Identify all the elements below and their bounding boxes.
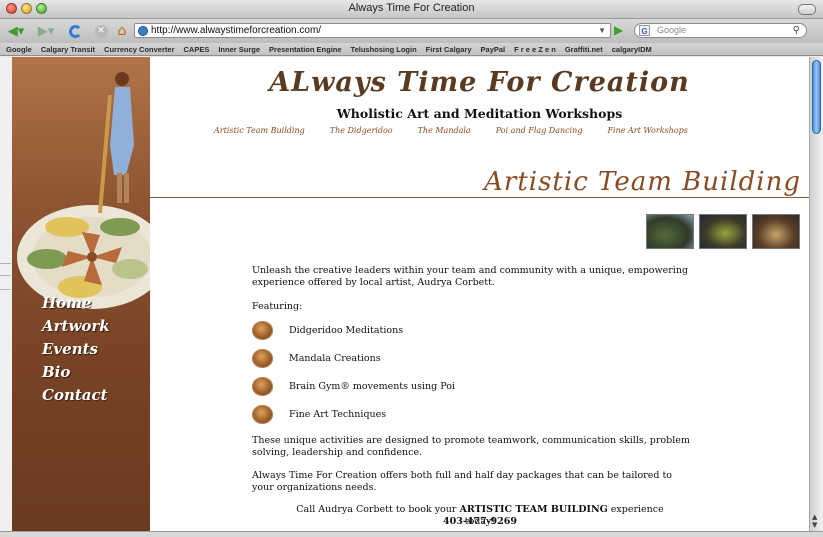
- packages-paragraph: Always Time For Creation offers both ful…: [252, 470, 672, 493]
- scrollbar-thumb[interactable]: [812, 60, 821, 134]
- home-icon: ⌂: [117, 23, 127, 39]
- vertical-scrollbar[interactable]: ▲ ▼: [809, 57, 823, 531]
- bookmark-item[interactable]: Inner Surge: [218, 45, 260, 54]
- go-arrow-icon: ▶: [614, 23, 624, 37]
- bookmark-item[interactable]: Graffiti.net: [565, 45, 603, 54]
- search-icon[interactable]: ⚲: [793, 24, 800, 37]
- toolbar-toggle-button[interactable]: [798, 4, 816, 15]
- feature-item: Brain Gym® movements using Poi: [252, 377, 455, 396]
- window-titlebar: Always Time For Creation: [0, 0, 823, 19]
- feature-label: Mandala Creations: [289, 352, 381, 364]
- sidebar-item-events[interactable]: Events: [42, 339, 110, 360]
- mandala-bullet-icon: [252, 377, 273, 396]
- search-placeholder: Google: [657, 25, 687, 35]
- bookmark-item[interactable]: calgaryIDM: [612, 45, 652, 54]
- intro-paragraph: Unleash the creative leaders within your…: [252, 265, 689, 288]
- web-page: Home Artwork Events Bio Contact ALways T…: [0, 57, 809, 531]
- stop-button[interactable]: ✕: [93, 23, 109, 39]
- feature-item: Mandala Creations: [252, 349, 381, 368]
- bookmark-item[interactable]: Telushosing Login: [351, 45, 417, 54]
- phone-number: 403-477-9269: [443, 516, 517, 527]
- sidebar-item-bio[interactable]: Bio: [42, 362, 110, 383]
- didgeridoo-player-image: [98, 72, 134, 214]
- title-divider: [150, 197, 809, 198]
- search-engine-icon[interactable]: G: [639, 25, 650, 36]
- nav-link-poi-flag-dancing[interactable]: Poi and Flag Dancing: [496, 126, 583, 135]
- bookmarks-bar: Google Calgary Transit Currency Converte…: [0, 43, 823, 56]
- navigation-toolbar: ◀▾ ▶▾ ✕ ⌂ http://www.alwaystimeforcreati…: [0, 19, 823, 55]
- site-logo[interactable]: ALways Time For Creation: [150, 67, 809, 98]
- main-content: ALways Time For Creation Wholistic Art a…: [150, 57, 809, 531]
- mandala-bullet-icon: [252, 321, 273, 340]
- bookmark-item[interactable]: First Calgary: [426, 45, 472, 54]
- photo-thumbnails: [646, 214, 800, 249]
- bookmark-item[interactable]: Currency Converter: [104, 45, 174, 54]
- page-title: Artistic Team Building: [484, 167, 801, 197]
- forward-arrow-icon: ▶▾: [37, 23, 55, 39]
- bookmark-item[interactable]: Calgary Transit: [41, 45, 95, 54]
- cta-highlight: ARTISTIC TEAM BUILDING: [459, 504, 608, 515]
- reload-button[interactable]: [66, 23, 84, 39]
- thumbnail-photo[interactable]: [646, 214, 694, 249]
- site-favicon-icon: [138, 26, 148, 36]
- status-bar: [0, 531, 823, 537]
- featuring-label: Featuring:: [252, 301, 303, 312]
- mandala-bullet-icon: [252, 349, 273, 368]
- address-bar[interactable]: http://www.alwaystimeforcreation.com/ ▼: [134, 23, 611, 38]
- address-bar-url: http://www.alwaystimeforcreation.com/: [151, 25, 322, 36]
- sidebar-item-home[interactable]: Home: [42, 293, 110, 314]
- top-nav: Artistic Team Building The Didgeridoo Th…: [214, 126, 688, 135]
- back-button[interactable]: ◀▾: [4, 23, 28, 39]
- mandala-bullet-icon: [252, 405, 273, 424]
- feature-label: Fine Art Techniques: [289, 408, 387, 420]
- sidebar-item-contact[interactable]: Contact: [42, 385, 110, 406]
- window-title: Always Time For Creation: [348, 2, 475, 14]
- site-tagline: Wholistic Art and Meditation Workshops: [336, 106, 623, 121]
- feature-label: Didgeridoo Meditations: [289, 324, 404, 336]
- search-input[interactable]: G Google ⚲: [634, 23, 807, 38]
- home-button[interactable]: ⌂: [113, 23, 131, 39]
- history-dropdown-icon[interactable]: ▼: [598, 24, 606, 37]
- nav-link-artistic-team-building[interactable]: Artistic Team Building: [214, 126, 305, 135]
- sidebar-item-artwork[interactable]: Artwork: [42, 316, 110, 337]
- bookmark-item[interactable]: Google: [6, 45, 32, 54]
- go-button[interactable]: ▶: [614, 24, 628, 37]
- stop-icon: ✕: [94, 24, 108, 38]
- scroll-arrows-icon[interactable]: ▲ ▼: [812, 513, 817, 529]
- back-arrow-icon: ◀▾: [7, 23, 25, 39]
- sidebar-nav: Home Artwork Events Bio Contact: [42, 293, 110, 406]
- activities-paragraph: These unique activities are designed to …: [252, 435, 690, 458]
- thumbnail-photo[interactable]: [752, 214, 800, 249]
- nav-link-fine-art-workshops[interactable]: Fine Art Workshops: [607, 126, 687, 135]
- bookmark-item[interactable]: PayPal: [481, 45, 506, 54]
- feature-label: Brain Gym® movements using Poi: [289, 380, 456, 392]
- bookmark-item[interactable]: CAPES: [184, 45, 210, 54]
- bookmark-item[interactable]: Presentation Engine: [269, 45, 342, 54]
- feature-item: Didgeridoo Meditations: [252, 321, 403, 340]
- nav-link-mandala[interactable]: The Mandala: [418, 126, 471, 135]
- feature-item: Fine Art Techniques: [252, 405, 386, 424]
- nav-link-didgeridoo[interactable]: The Didgeridoo: [330, 126, 393, 135]
- cta-text-start: Call Audrya Corbett to book your: [296, 504, 460, 515]
- reload-icon: [68, 24, 82, 38]
- thumbnail-photo[interactable]: [699, 214, 747, 249]
- forward-button[interactable]: ▶▾: [36, 23, 56, 39]
- bookmark-item[interactable]: F r e e Z e n: [514, 45, 556, 54]
